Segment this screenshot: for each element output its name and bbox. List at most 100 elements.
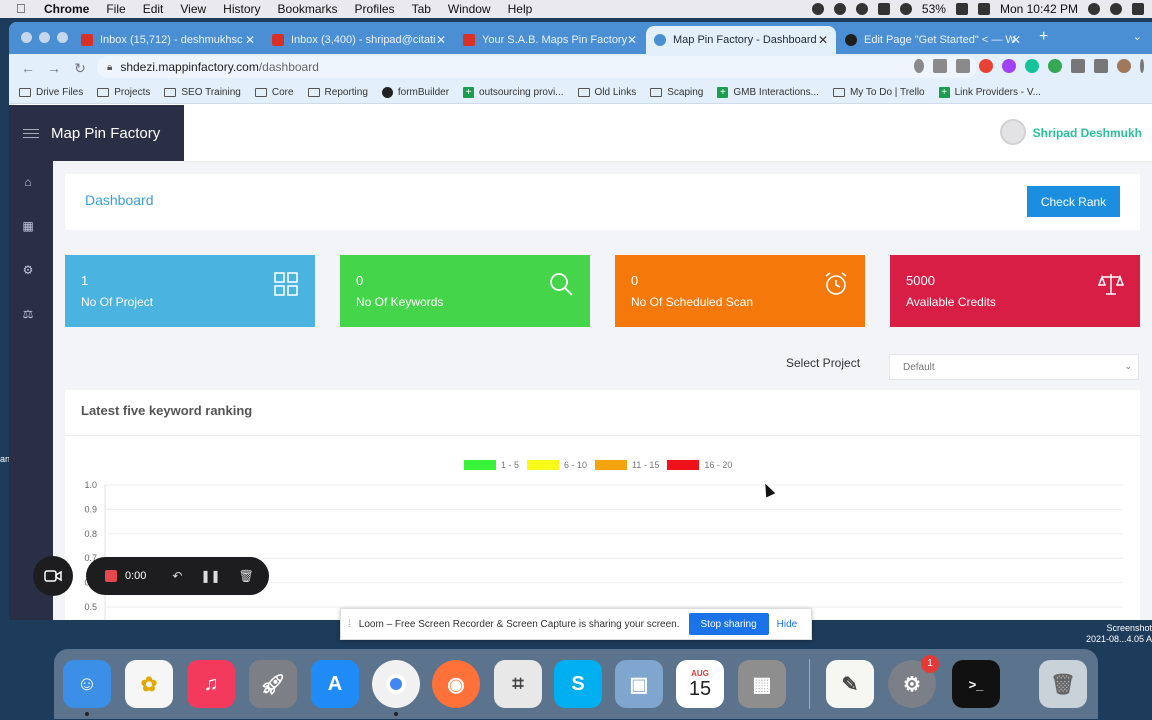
bookmark-item[interactable]: Reporting bbox=[307, 87, 368, 98]
bookmark-item[interactable]: + Link Providers - V... bbox=[938, 87, 1041, 98]
bluetooth-icon[interactable] bbox=[855, 3, 868, 15]
wifi-icon[interactable] bbox=[899, 3, 912, 15]
legend-item[interactable]: 11 - 15 bbox=[595, 460, 659, 470]
grammarly-icon[interactable] bbox=[833, 3, 846, 15]
bookmark-item[interactable]: formBuilder bbox=[381, 87, 449, 98]
sidebar-item-credits-scale-icon[interactable]: ⚖ bbox=[21, 307, 35, 321]
photos-icon[interactable]: ✿ bbox=[125, 660, 173, 708]
system-preferences-icon[interactable]: ⚙ 1 bbox=[888, 655, 939, 708]
tab-wordpress[interactable]: Edit Page "Get Started" < — W ✕ bbox=[837, 26, 1029, 54]
extension-green-icon[interactable] bbox=[1048, 59, 1062, 73]
trash-bin-icon[interactable]: 🗑︎ bbox=[1039, 660, 1087, 708]
close-tab-icon[interactable]: ✕ bbox=[245, 33, 255, 47]
grammarly-extension-icon[interactable] bbox=[1025, 59, 1039, 73]
select-project-dropdown[interactable]: Default ⌄ bbox=[889, 354, 1139, 380]
sidebar-item-dashboard-grid-icon[interactable]: ▦ bbox=[21, 219, 35, 233]
menu-app[interactable]: Chrome bbox=[44, 2, 89, 16]
stat-card-projects[interactable]: 1 No Of Project bbox=[65, 255, 315, 327]
app-store-icon[interactable]: A bbox=[311, 660, 359, 708]
share-icon[interactable] bbox=[933, 59, 947, 73]
side-panel-icon[interactable] bbox=[1094, 59, 1108, 73]
legend-item[interactable]: 1 - 5 bbox=[464, 460, 519, 470]
trash-icon[interactable]: 🗑︎ bbox=[239, 569, 254, 583]
microphone-icon[interactable] bbox=[811, 3, 824, 15]
bookmark-item[interactable]: Scaping bbox=[650, 87, 703, 98]
menu-window[interactable]: Window bbox=[448, 2, 491, 16]
menu-help[interactable]: Help bbox=[508, 2, 533, 16]
stat-card-keywords[interactable]: 0 No Of Keywords bbox=[340, 255, 590, 327]
bookmark-item[interactable]: + GMB Interactions... bbox=[717, 87, 819, 98]
launchpad-icon[interactable]: 🚀︎ bbox=[249, 660, 297, 708]
preview-icon[interactable]: ▣ bbox=[615, 660, 663, 708]
extensions-puzzle-icon[interactable] bbox=[1071, 59, 1085, 73]
tab-gmail-3[interactable]: Your S.A.B. Maps Pin Factory ✕ bbox=[455, 26, 645, 54]
stop-recording-icon[interactable] bbox=[105, 570, 117, 582]
fullscreen-window-icon[interactable] bbox=[57, 32, 68, 43]
loom-camera-button[interactable] bbox=[33, 556, 73, 596]
new-tab-icon[interactable]: + bbox=[1039, 28, 1048, 46]
menu-clock[interactable]: Mon 10:42 PM bbox=[1000, 2, 1078, 16]
siri-icon[interactable] bbox=[1110, 3, 1122, 15]
voice-search-icon[interactable] bbox=[914, 59, 924, 73]
textedit-icon[interactable]: ✎ bbox=[826, 660, 874, 708]
extension-purple-icon[interactable] bbox=[1002, 59, 1016, 73]
extension-red-icon[interactable] bbox=[979, 59, 993, 73]
close-tab-icon[interactable]: ✕ bbox=[818, 33, 828, 47]
stat-card-credits[interactable]: 5000 Available Credits bbox=[890, 255, 1140, 327]
drag-handle-icon[interactable]: ⁞ bbox=[348, 619, 351, 630]
bookmark-item[interactable]: + outsourcing provi... bbox=[463, 87, 564, 98]
user-avatar[interactable] bbox=[1000, 119, 1026, 145]
desktop-screenshot-file[interactable]: Screenshot 2021-08...4.05 A bbox=[1064, 623, 1152, 645]
bookmark-item[interactable]: Old Links bbox=[577, 87, 636, 98]
bookmark-item[interactable]: SEO Training bbox=[164, 87, 241, 98]
calculator-icon[interactable]: ▦ bbox=[738, 660, 786, 708]
display-icon[interactable] bbox=[877, 3, 890, 15]
more-menu-icon[interactable] bbox=[1140, 59, 1144, 73]
forward-icon[interactable]: → bbox=[47, 60, 61, 76]
screenshot-app-icon[interactable]: ⌗ bbox=[494, 660, 542, 708]
menu-profiles[interactable]: Profiles bbox=[355, 2, 395, 16]
menu-file[interactable]: File bbox=[106, 2, 125, 16]
music-icon[interactable]: ♫ bbox=[187, 660, 235, 708]
tab-search-icon[interactable]: ⌄ bbox=[1133, 30, 1142, 43]
address-bar[interactable]: 🔒︎ shdezi.mappinfactory.com/dashboard bbox=[97, 56, 977, 78]
close-tab-icon[interactable]: ✕ bbox=[1011, 33, 1021, 47]
apple-icon[interactable]:  bbox=[16, 2, 30, 16]
finder-icon[interactable]: ☺ bbox=[63, 660, 111, 716]
sidebar-item-settings-icon[interactable]: ⚙ bbox=[21, 263, 35, 277]
close-tab-icon[interactable]: ✕ bbox=[436, 33, 446, 47]
bookmark-item[interactable]: Drive Files bbox=[19, 87, 83, 98]
check-rank-button[interactable]: Check Rank bbox=[1027, 186, 1120, 217]
bookmark-star-icon[interactable] bbox=[956, 59, 970, 73]
sidebar-item-home-icon[interactable]: ⌂ bbox=[21, 175, 35, 189]
back-icon[interactable]: ← bbox=[21, 60, 35, 76]
skype-icon[interactable]: S bbox=[554, 660, 602, 708]
menu-tab[interactable]: Tab bbox=[412, 2, 431, 16]
notification-center-icon[interactable] bbox=[1132, 3, 1144, 15]
terminal-icon[interactable]: >_ bbox=[952, 660, 1000, 708]
tab-dashboard[interactable]: Map Pin Factory - Dashboard ✕ bbox=[646, 26, 836, 54]
tab-gmail-2[interactable]: Inbox (3,400) - shripad@citati ✕ bbox=[264, 26, 454, 54]
menu-view[interactable]: View bbox=[180, 2, 206, 16]
tab-gmail-1[interactable]: Inbox (15,712) - deshmukhsc ✕ bbox=[73, 26, 263, 54]
hamburger-menu-icon[interactable] bbox=[23, 126, 39, 141]
bookmark-item[interactable]: Core bbox=[254, 87, 294, 98]
profile-avatar-icon[interactable] bbox=[1117, 59, 1131, 73]
menu-bookmarks[interactable]: Bookmarks bbox=[278, 2, 338, 16]
stop-sharing-button[interactable]: Stop sharing bbox=[688, 613, 769, 635]
minimize-window-icon[interactable] bbox=[39, 32, 50, 43]
menu-history[interactable]: History bbox=[223, 2, 260, 16]
close-tab-icon[interactable]: ✕ bbox=[627, 33, 637, 47]
control-center-icon[interactable] bbox=[977, 3, 990, 15]
firefox-icon[interactable]: ◉ bbox=[432, 660, 480, 708]
menu-edit[interactable]: Edit bbox=[143, 2, 164, 16]
stat-card-scheduled-scan[interactable]: 0 No Of Scheduled Scan bbox=[615, 255, 865, 327]
brand-name[interactable]: Map Pin Factory bbox=[51, 125, 160, 142]
bookmark-item[interactable]: Projects bbox=[97, 87, 150, 98]
hide-button[interactable]: Hide bbox=[777, 619, 798, 630]
close-window-icon[interactable] bbox=[21, 32, 32, 43]
pause-icon[interactable]: ❚❚ bbox=[200, 569, 220, 583]
lock-icon[interactable]: 🔒︎ bbox=[107, 62, 112, 73]
spotlight-icon[interactable] bbox=[1088, 3, 1100, 15]
bookmark-item[interactable]: My To Do | Trello bbox=[832, 87, 925, 98]
